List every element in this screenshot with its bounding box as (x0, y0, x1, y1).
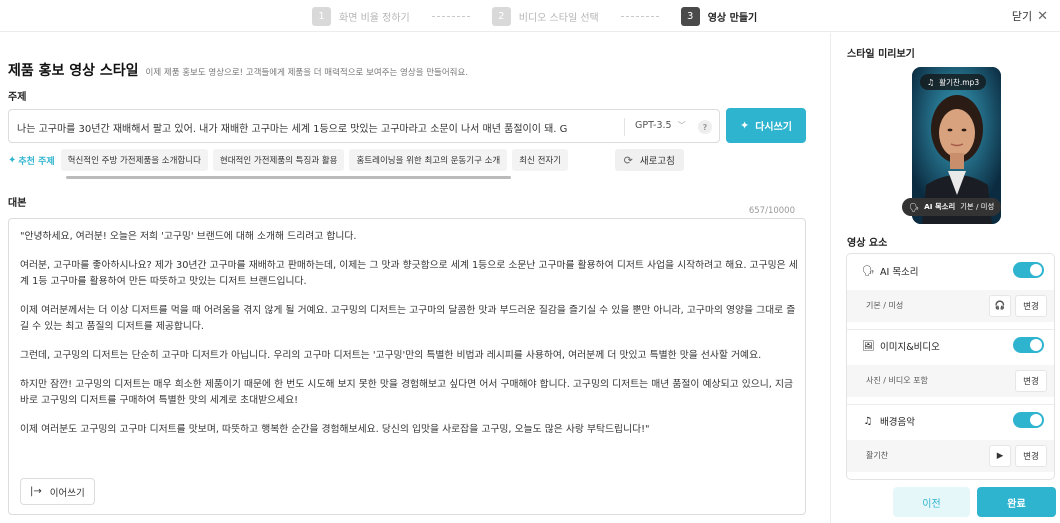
preview-label: 스타일 미리보기 (847, 49, 915, 60)
topic-chip[interactable]: 현대적인 가전제품의 특징과 활용 (212, 149, 345, 171)
element-name: AI 목소리 (880, 267, 919, 278)
topic-chip[interactable]: 혁신적인 주방 가전제품을 소개합니다 (60, 149, 208, 171)
script-text[interactable]: "안녕하세요, 여러분! 오늘은 저희 '고구밍' 브랜드에 대해 소개해 드리… (20, 229, 800, 451)
script-textarea[interactable]: "안녕하세요, 여러분! 오늘은 저희 '고구밍' 브랜드에 대해 소개해 드리… (8, 218, 806, 515)
element-detail: 사진 / 비디오 포함 (866, 376, 928, 385)
script-paragraph: 이제 여러분께서는 더 이상 디저트를 먹을 때 어려움을 겪지 않게 될 거예… (20, 305, 796, 332)
magic-wand-icon: ✦ (739, 119, 750, 132)
refresh-icon: ⟳ (623, 153, 633, 167)
script-label: 대본 (8, 198, 27, 209)
music-file-name: 활기찬.mp3 (939, 77, 980, 87)
voice-icon: 🗣 (909, 202, 920, 212)
elements-label: 영상 요소 (847, 238, 888, 249)
page-subtitle: 이제 제품 홍보도 영상으로! 고객들에게 제품을 더 매력적으로 보여주는 영… (145, 68, 469, 78)
chevron-down-icon: ﹀ (677, 121, 686, 130)
topic-chip[interactable]: 최신 전자기 (512, 149, 569, 171)
refresh-label: 새로고침 (639, 156, 675, 167)
image-video-toggle[interactable] (1013, 337, 1044, 353)
change-media-button[interactable]: 변경 (1015, 370, 1047, 392)
close-button[interactable]: 닫기 ✕ (1012, 8, 1048, 24)
element-detail-row: 기본 / 미성 🎧 변경 (847, 290, 1054, 322)
script-char-count: 657/10000 (748, 206, 795, 216)
rewrite-button[interactable]: ✦ 다시쓰기 (726, 108, 806, 143)
script-paragraph: 그런데, 고구밍의 디저트는 단순히 고구마 디저트가 아닙니다. 우리의 고구… (20, 350, 762, 361)
script-paragraph: "안녕하세요, 여러분! 오늘은 저희 '고구밍' 브랜드에 대해 소개해 드리… (20, 231, 357, 242)
element-detail: 활기찬 (866, 451, 889, 460)
element-name: 배경음악 (880, 417, 915, 428)
media-icon: 🖼 (862, 340, 875, 352)
close-icon: ✕ (1037, 8, 1048, 24)
voice-icon: 🗣 (862, 265, 875, 277)
sparkle-icon: ✦ (8, 154, 17, 166)
topic-input-value[interactable]: 나는 고구마를 30년간 재배해서 팔고 있어. 내가 재배한 고구마는 세계 … (17, 120, 621, 135)
headphones-icon[interactable]: 🎧 (989, 295, 1011, 317)
recommend-label-text: 추천 주제 (18, 156, 55, 167)
step-3[interactable]: 3 영상 만들기 (680, 6, 758, 26)
prev-button[interactable]: 이전 (893, 487, 970, 517)
element-detail-row: 활기찬 ▶ 변경 (847, 440, 1054, 472)
divider (624, 118, 625, 136)
step-indicator: 1 화면 비율 정하기 2 비디오 스타일 선택 3 영상 만들기 (312, 6, 757, 26)
toggle-knob (1030, 264, 1042, 276)
step-2[interactable]: 2 비디오 스타일 선택 (491, 6, 599, 26)
side-panel: 스타일 미리보기 ♫ 활기찬.mp3 🗣 AI 목소리 기본 / 미성 영상 요… (830, 33, 1060, 523)
recommended-topics: ✦ 추천 주제 혁신적인 주방 가전제품을 소개합니다 현대적인 가전제품의 특… (8, 149, 808, 171)
elements-panel: 🗣 AI 목소리 기본 / 미성 🎧 변경 🖼 이미지&비디오 사진 / 비디오… (846, 253, 1055, 480)
rewrite-label: 다시쓰기 (755, 122, 793, 133)
close-label: 닫기 (1011, 10, 1033, 23)
ai-voice-toggle[interactable] (1013, 262, 1044, 278)
topic-chip[interactable]: 홈트레이닝을 위한 최고의 운동기구 소개 (349, 149, 508, 171)
element-name: 이미지&비디오 (880, 342, 940, 353)
script-paragraph: 여러분, 고구마를 좋아하시나요? 제가 30년간 고구마를 재배하고 판매하는… (20, 260, 798, 287)
continue-label: 이어쓰기 (49, 487, 85, 499)
step-1[interactable]: 1 화면 비율 정하기 (312, 6, 410, 26)
help-icon[interactable]: ? (698, 120, 712, 134)
chip-list: 혁신적인 주방 가전제품을 소개합니다 현대적인 가전제품의 특징과 활용 홈트… (60, 149, 615, 171)
refresh-button[interactable]: ⟳ 새로고침 (614, 149, 684, 171)
bg-music-toggle[interactable] (1013, 412, 1044, 428)
script-paragraph: 이제 여러분도 고구밍의 고구마 디저트를 맛보며, 따뜻하고 행복한 순간을 … (20, 424, 650, 435)
step-label: 화면 비율 정하기 (339, 12, 410, 24)
element-header: 🖼 이미지&비디오 (862, 339, 940, 354)
voice-chip: 🗣 AI 목소리 기본 / 미성 (902, 198, 1002, 216)
change-voice-button[interactable]: 변경 (1015, 295, 1047, 317)
done-button[interactable]: 완료 (977, 487, 1056, 517)
toggle-knob (1030, 339, 1042, 351)
step-number: 3 (680, 6, 700, 26)
element-detail: 기본 / 미성 (866, 301, 904, 310)
header: 1 화면 비율 정하기 2 비디오 스타일 선택 3 영상 만들기 닫기 ✕ (0, 0, 1060, 32)
model-select-value: GPT-3.5 (635, 120, 672, 131)
step-number: 1 (312, 6, 331, 26)
music-chip: ♫ 활기찬.mp3 (920, 74, 987, 90)
divider (847, 329, 1054, 330)
topic-input[interactable]: 나는 고구마를 30년간 재배해서 팔고 있어. 내가 재배한 고구마는 세계 … (8, 109, 720, 143)
recommend-label: ✦ 추천 주제 (8, 154, 55, 167)
element-header: 🗣 AI 목소리 (862, 264, 919, 279)
arrow-right-icon: |→ (30, 486, 42, 497)
voice-chip-value: 기본 / 미성 (960, 202, 995, 211)
element-header: ♫ 배경음악 (862, 414, 915, 429)
play-icon[interactable]: ▶ (989, 445, 1011, 467)
step-connector (620, 15, 659, 17)
element-detail-row: 사진 / 비디오 포함 변경 (847, 365, 1054, 397)
change-music-button[interactable]: 변경 (1015, 445, 1047, 467)
step-connector (431, 15, 470, 17)
app-root: 1 화면 비율 정하기 2 비디오 스타일 선택 3 영상 만들기 닫기 ✕ 제… (0, 0, 1060, 523)
page-title: 제품 홍보 영상 스타일 (8, 63, 139, 79)
title-row: 제품 홍보 영상 스타일 이제 제품 홍보도 영상으로! 고객들에게 제품을 더… (8, 60, 468, 80)
chip-scrollbar[interactable] (66, 176, 511, 179)
main-panel: 제품 홍보 영상 스타일 이제 제품 홍보도 영상으로! 고객들에게 제품을 더… (0, 33, 830, 523)
step-label: 영상 만들기 (707, 12, 758, 24)
voice-chip-label: AI 목소리 (924, 202, 956, 211)
music-note-icon: ♫ (927, 77, 935, 87)
script-paragraph: 하지만 잠깐! 고구밍의 디저트는 매우 희소한 제품이기 때문에 한 번도 시… (20, 379, 794, 406)
model-select[interactable]: GPT-3.5 ﹀ (635, 120, 686, 131)
divider (847, 404, 1054, 405)
toggle-knob (1030, 414, 1042, 426)
continue-writing-button[interactable]: |→ 이어쓰기 (20, 478, 95, 505)
music-icon: ♫ (863, 415, 873, 427)
topic-label: 주제 (8, 92, 27, 103)
step-label: 비디오 스타일 선택 (518, 12, 599, 24)
step-number: 2 (491, 6, 511, 26)
